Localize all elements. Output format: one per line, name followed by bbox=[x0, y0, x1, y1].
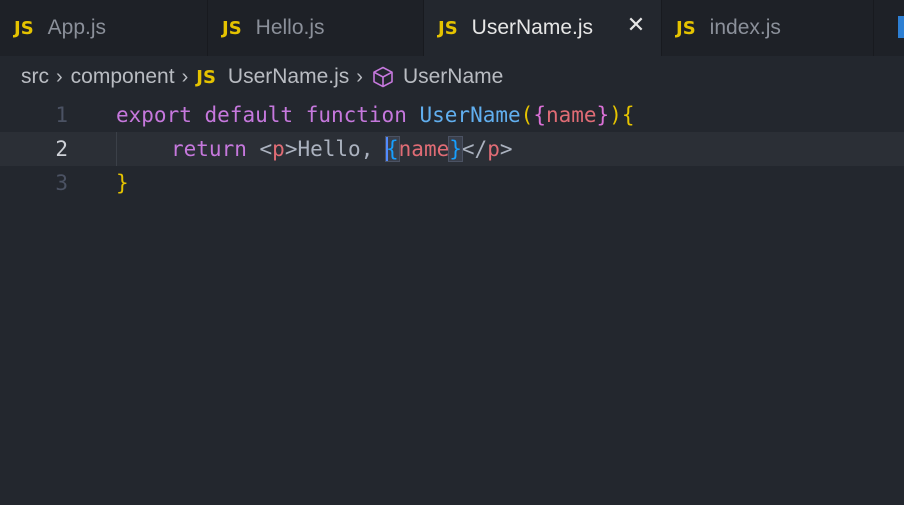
indent-guide bbox=[116, 132, 117, 166]
keyword-token: export bbox=[116, 103, 192, 127]
breadcrumb-file[interactable]: UserName.js bbox=[228, 65, 349, 89]
breadcrumb-component[interactable]: component bbox=[71, 65, 175, 89]
tag-bracket-token: </ bbox=[461, 137, 488, 161]
tab-overflow-stub[interactable] bbox=[874, 0, 904, 56]
code-line-3[interactable]: 3 } bbox=[0, 166, 904, 200]
code-line-2[interactable]: 2 return <p>Hello, {name}</p> bbox=[0, 132, 904, 166]
tab-label: Hello.js bbox=[255, 16, 325, 39]
line-number: 3 bbox=[55, 171, 68, 195]
close-icon[interactable]: ✕ bbox=[625, 14, 647, 36]
paren-token: ) bbox=[609, 103, 622, 127]
breadcrumb-symbol[interactable]: UserName bbox=[403, 65, 503, 89]
paren-token: ( bbox=[520, 103, 534, 127]
tag-bracket-token: < bbox=[259, 137, 273, 161]
tag-bracket-token: > bbox=[284, 137, 298, 161]
editor-tab-bar: JS App.js JS Hello.js JS UserName.js ✕ J… bbox=[0, 0, 904, 56]
breadcrumb-src[interactable]: src bbox=[21, 65, 49, 89]
tab-label: index.js bbox=[709, 16, 781, 39]
js-file-icon: JS bbox=[438, 17, 458, 39]
chevron-right-icon: › bbox=[356, 65, 363, 88]
tab-username-js[interactable]: JS UserName.js ✕ bbox=[424, 0, 662, 56]
brace-token: { bbox=[533, 103, 546, 127]
brace-token: } bbox=[596, 103, 610, 127]
tab-label: UserName.js bbox=[471, 16, 594, 39]
jsx-text-token: Hello, bbox=[297, 137, 386, 161]
cube-icon bbox=[373, 66, 393, 88]
keyword-token: function bbox=[305, 103, 407, 127]
js-file-icon: JS bbox=[676, 17, 696, 39]
line-number: 2 bbox=[55, 137, 68, 161]
tag-name-token: p bbox=[272, 137, 285, 161]
code-line-1[interactable]: 1 export default function UserName({name… bbox=[0, 98, 904, 132]
tab-index-js[interactable]: JS index.js bbox=[662, 0, 874, 56]
keyword-token: default bbox=[204, 103, 294, 127]
tag-name-token: p bbox=[487, 137, 500, 161]
brace-token: { bbox=[621, 103, 635, 127]
variable-token: name bbox=[398, 137, 450, 161]
js-file-icon: JS bbox=[196, 66, 216, 88]
line-number: 1 bbox=[55, 103, 68, 127]
line-code[interactable]: export default function UserName({name})… bbox=[116, 98, 635, 132]
tab-hello-js[interactable]: JS Hello.js bbox=[208, 0, 424, 56]
tab-app-js[interactable]: JS App.js bbox=[0, 0, 208, 56]
js-file-icon: JS bbox=[222, 17, 242, 39]
chevron-right-icon: › bbox=[181, 65, 189, 88]
line-code[interactable]: } bbox=[116, 166, 129, 200]
code-editor[interactable]: 1 export default function UserName({name… bbox=[0, 98, 904, 505]
keyword-token: return bbox=[171, 137, 247, 161]
chevron-right-icon: › bbox=[56, 65, 63, 88]
breadcrumb: src › component › JS UserName.js › UserN… bbox=[0, 56, 904, 98]
partial-file-icon bbox=[898, 16, 904, 38]
tab-label: App.js bbox=[47, 16, 107, 39]
tag-bracket-token: > bbox=[499, 137, 513, 161]
js-file-icon: JS bbox=[14, 17, 34, 39]
cursor-position: { bbox=[385, 132, 400, 166]
brace-token: } bbox=[448, 136, 463, 162]
line-code[interactable]: return <p>Hello, {name}</p> bbox=[171, 132, 513, 166]
text-caret bbox=[386, 137, 388, 161]
brace-token: } bbox=[116, 171, 129, 195]
param-token: name bbox=[545, 103, 597, 127]
function-name-token: UserName bbox=[419, 103, 521, 127]
